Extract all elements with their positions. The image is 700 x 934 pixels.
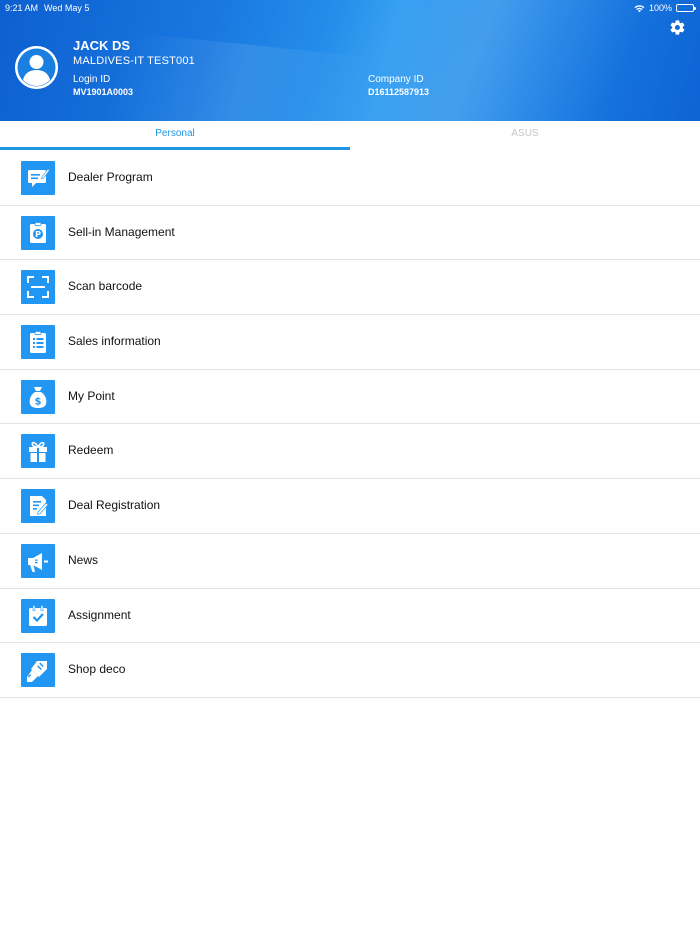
menu-item-assignment[interactable]: Assignment [0, 588, 700, 644]
status-indicators: 100% [634, 1, 696, 15]
menu-item-sales-information[interactable]: Sales information [0, 315, 700, 370]
menu-label: Deal Registration [68, 498, 161, 513]
settings-gear-icon[interactable] [669, 19, 686, 36]
menu-label: Assignment [68, 607, 131, 622]
menu-list: Dealer Program P Sell-in Management Scan… [0, 151, 700, 698]
login-id-label: Login ID [73, 74, 111, 85]
avatar[interactable] [15, 46, 58, 89]
menu-item-deal-registration[interactable]: Deal Registration [0, 479, 700, 534]
menu-item-dealer-program[interactable]: Dealer Program [0, 151, 700, 206]
menu-label: Redeem [68, 443, 114, 458]
svg-text:$: $ [35, 396, 42, 407]
sell-in-management-icon: P [21, 215, 55, 250]
menu-label: Sales information [68, 334, 161, 349]
assignment-icon [21, 598, 55, 633]
status-bar: 9:21 AM Wed May 5 100% [0, 0, 700, 14]
menu-item-my-point[interactable]: $ My Point [0, 369, 700, 425]
dealer-program-icon [21, 161, 55, 195]
tab-asus[interactable]: ASUS [350, 121, 700, 151]
scan-barcode-icon [21, 270, 55, 305]
menu-label: Sell-in Management [68, 224, 175, 239]
user-name: JACK DS [73, 38, 131, 53]
svg-text:P: P [35, 230, 41, 239]
battery-percent: 100% [648, 3, 672, 13]
megaphone-icon [21, 543, 55, 578]
menu-item-sell-in-management[interactable]: P Sell-in Management [0, 205, 700, 261]
user-company: MALDIVES-IT TEST001 [73, 55, 195, 67]
status-date: Wed May 5 [44, 3, 90, 13]
menu-item-shop-deco[interactable]: Shop deco [0, 643, 700, 698]
money-bag-icon: $ [21, 379, 55, 414]
menu-label: Dealer Program [68, 170, 153, 184]
menu-label: News [68, 552, 99, 567]
profile-header: 9:21 AM Wed May 5 100% JACK DS MALDIVES-… [0, 0, 700, 121]
login-id-value: MV1901A0003 [73, 87, 134, 97]
status-time: 9:21 AM [5, 3, 39, 13]
gift-icon [21, 434, 55, 469]
menu-item-redeem[interactable]: Redeem [0, 424, 700, 480]
menu-item-news[interactable]: News [0, 533, 700, 589]
tab-bar: Personal ASUS [0, 121, 700, 151]
sales-information-icon [21, 325, 55, 360]
battery-icon [676, 4, 696, 12]
deal-registration-icon [21, 489, 55, 524]
company-id-value: D16112587913 [368, 87, 430, 97]
active-tab-indicator [0, 147, 350, 150]
wifi-icon [634, 4, 645, 12]
paint-brush-icon [21, 653, 55, 688]
menu-label: Scan barcode [68, 279, 143, 294]
menu-label: Shop deco [68, 662, 126, 677]
user-icon [15, 46, 58, 89]
menu-item-scan-barcode[interactable]: Scan barcode [0, 260, 700, 316]
menu-label: My Point [68, 388, 115, 403]
company-id-label: Company ID [368, 74, 424, 85]
